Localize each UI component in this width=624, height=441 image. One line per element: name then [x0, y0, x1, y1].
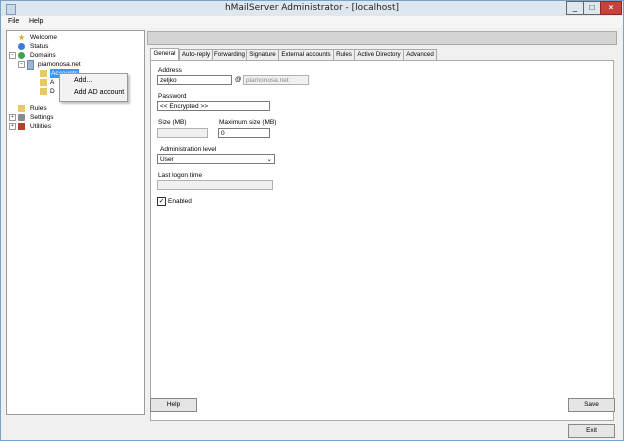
help-button[interactable]: Help [150, 398, 197, 412]
tools-icon [18, 123, 25, 130]
app-window: hMailServer Administrator - [localhost] … [0, 0, 624, 441]
admin-level-label: Administration level [160, 146, 217, 153]
collapse-icon[interactable]: − [18, 61, 25, 68]
last-logon-field [157, 180, 273, 190]
size-label: Size (MB) [158, 119, 187, 126]
tab-forwarding[interactable]: Forwarding [212, 49, 247, 60]
folder-icon [40, 70, 47, 77]
save-button[interactable]: Save [568, 398, 615, 412]
star-icon: ★ [18, 33, 26, 42]
menu-file[interactable]: File [8, 18, 19, 25]
max-size-input[interactable]: 0 [218, 128, 270, 138]
last-logon-label: Last logon time [158, 172, 203, 179]
domain-field: piamonosa.net [243, 75, 309, 85]
header-strip [147, 31, 617, 45]
folder-icon [40, 88, 47, 95]
context-menu-add-ad-account[interactable]: Add AD account [74, 89, 124, 96]
menu-bar: File Help [1, 16, 623, 28]
tab-auto-reply[interactable]: Auto-reply [179, 49, 213, 60]
collapse-icon[interactable]: − [9, 52, 16, 59]
server-icon [27, 60, 34, 70]
context-menu: Add... Add AD account [59, 73, 128, 102]
globe-icon [18, 52, 25, 59]
tab-external-accounts[interactable]: External accounts [278, 49, 334, 60]
folder-icon [40, 79, 47, 86]
title-bar: hMailServer Administrator - [localhost] … [1, 1, 623, 16]
size-field [157, 128, 208, 138]
tab-rules[interactable]: Rules [333, 49, 355, 60]
max-size-label: Maximum size (MB) [219, 119, 277, 126]
gear-icon [18, 114, 25, 121]
general-tab-panel: Address zeljko @ piamonosa.net Password … [150, 60, 614, 421]
close-button[interactable]: × [600, 1, 622, 15]
exit-button[interactable]: Exit [568, 424, 615, 438]
password-label: Password [158, 93, 187, 100]
expand-icon[interactable]: + [9, 114, 16, 121]
address-label: Address [158, 67, 182, 74]
tab-signature[interactable]: Signature [246, 49, 279, 60]
tab-active-directory[interactable]: Active Directory [354, 49, 404, 60]
password-input[interactable]: << Encrypted >> [157, 101, 270, 111]
tab-advanced[interactable]: Advanced [403, 49, 437, 60]
info-icon [18, 43, 25, 50]
account-properties-pane: General Auto-reply Forwarding Signature … [147, 31, 617, 421]
chevron-down-icon: ⌄ [266, 156, 272, 163]
at-sign-label: @ [235, 76, 242, 83]
enabled-checkbox[interactable]: ✓ [157, 197, 166, 206]
context-menu-add[interactable]: Add... [74, 77, 92, 84]
maximize-button[interactable]: □ [583, 1, 601, 15]
enabled-label: Enabled [168, 198, 192, 205]
expand-icon[interactable]: + [9, 123, 16, 130]
window-title: hMailServer Administrator - [localhost] [224, 3, 400, 13]
minimize-button[interactable]: _ [566, 1, 584, 15]
tab-general[interactable]: General [150, 48, 179, 60]
admin-level-select[interactable]: User ⌄ [157, 154, 275, 164]
folder-icon [18, 105, 25, 112]
address-input[interactable]: zeljko [157, 75, 232, 85]
menu-help[interactable]: Help [29, 18, 43, 25]
